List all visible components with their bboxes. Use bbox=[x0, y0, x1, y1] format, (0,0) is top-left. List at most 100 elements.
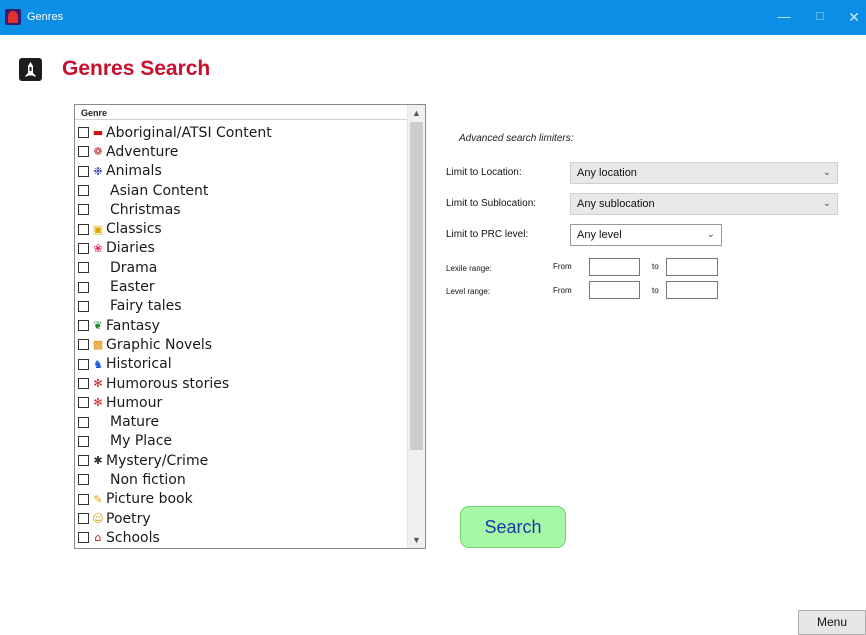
genre-checkbox[interactable] bbox=[78, 223, 89, 235]
genre-label: Adventure bbox=[106, 143, 179, 160]
genre-checkbox[interactable] bbox=[78, 320, 89, 332]
genre-list-item[interactable]: ▣ Classics bbox=[75, 219, 408, 238]
genre-label: Animals bbox=[106, 163, 162, 180]
sublocation-select-value: Any sublocation bbox=[577, 198, 655, 210]
genre-checkbox[interactable] bbox=[78, 300, 89, 312]
sublocation-select[interactable]: Any sublocation ⌄ bbox=[570, 193, 838, 215]
genre-list-item[interactable]: Christmas bbox=[75, 200, 408, 219]
genre-checkbox[interactable] bbox=[78, 358, 89, 370]
level-range-label: Level range: bbox=[446, 287, 491, 296]
level-from-input[interactable] bbox=[589, 281, 640, 299]
genre-list[interactable]: Genre ▬ Aboriginal/ATSI Content ❁ Adventure… bbox=[74, 104, 426, 549]
genre-label: Fairy tales bbox=[110, 298, 182, 315]
genre-list-item[interactable]: ❀ Diaries bbox=[75, 239, 408, 258]
close-button[interactable]: ✕ bbox=[844, 8, 864, 26]
genre-checkbox[interactable] bbox=[78, 532, 89, 544]
genre-list-item[interactable]: Fairy tales bbox=[75, 297, 408, 316]
minimize-button[interactable]: — bbox=[774, 8, 794, 26]
flower-icon: ❀ bbox=[93, 241, 103, 255]
sublocation-label: Limit to Sublocation: bbox=[446, 198, 537, 209]
location-select[interactable]: Any location ⌄ bbox=[570, 162, 838, 184]
genre-checkbox[interactable] bbox=[78, 397, 89, 409]
genre-label: Drama bbox=[110, 259, 158, 276]
genre-checkbox[interactable] bbox=[78, 474, 89, 486]
maximize-button[interactable]: ☐ bbox=[810, 8, 830, 26]
genre-list-item[interactable]: ⌂ Schools bbox=[75, 528, 408, 547]
genre-label: Historical bbox=[106, 356, 172, 373]
genre-label: Poetry bbox=[106, 510, 151, 527]
genre-list-item[interactable]: Asian Content bbox=[75, 181, 408, 200]
genre-checkbox[interactable] bbox=[78, 339, 89, 351]
genre-checkbox[interactable] bbox=[78, 127, 89, 139]
genre-label: Classics bbox=[106, 221, 162, 238]
title-bar: Genres — ☐ ✕ bbox=[0, 0, 866, 35]
genre-checkbox[interactable] bbox=[78, 416, 89, 428]
genre-checkbox[interactable] bbox=[78, 435, 89, 447]
genre-list-item[interactable]: ✱ Mystery/Crime bbox=[75, 451, 408, 470]
comic-icon: ▩ bbox=[92, 338, 104, 352]
window-title: Genres bbox=[27, 11, 64, 23]
genre-checkbox[interactable] bbox=[78, 165, 89, 177]
knight-icon: ♞ bbox=[93, 357, 103, 371]
genre-checkbox[interactable] bbox=[78, 262, 89, 274]
genre-checkbox[interactable] bbox=[78, 493, 89, 505]
genre-label: Graphic Novels bbox=[106, 336, 213, 353]
location-select-value: Any location bbox=[577, 167, 637, 179]
genre-checkbox[interactable] bbox=[78, 378, 89, 389]
chevron-down-icon: ⌄ bbox=[822, 198, 831, 209]
chevron-down-icon: ⌄ bbox=[706, 229, 715, 240]
scroll-thumb[interactable] bbox=[410, 122, 423, 450]
genre-label: Non fiction bbox=[110, 471, 186, 488]
genre-checkbox[interactable] bbox=[78, 513, 89, 525]
genre-checkbox[interactable] bbox=[78, 242, 89, 254]
lexile-from-label: From bbox=[553, 262, 572, 271]
scroll-up-icon[interactable]: ▲ bbox=[408, 105, 425, 121]
genre-list-item[interactable]: ✻ Humour bbox=[75, 393, 408, 412]
dragon-icon: ❦ bbox=[93, 319, 103, 333]
genre-list-item[interactable]: Easter bbox=[75, 277, 408, 296]
genre-checkbox[interactable] bbox=[78, 204, 89, 216]
genre-list-item[interactable]: Drama bbox=[75, 258, 408, 277]
prc-level-select[interactable]: Any level ⌄ bbox=[570, 224, 722, 246]
genre-list-item[interactable]: ✎ Picture book bbox=[75, 490, 408, 509]
genre-list-item[interactable]: Non fiction bbox=[75, 470, 408, 489]
genre-label: Picture book bbox=[106, 491, 193, 508]
genre-icon-placeholder bbox=[91, 299, 109, 313]
jester-icon: ✻ bbox=[93, 396, 103, 410]
genre-list-item[interactable]: ♞ Historical bbox=[75, 355, 408, 374]
search-button[interactable]: Search bbox=[460, 506, 566, 548]
genre-list-item[interactable]: ✻ Humorous stories bbox=[75, 374, 408, 393]
prc-level-select-value: Any level bbox=[577, 229, 622, 241]
genre-checkbox[interactable] bbox=[78, 455, 89, 467]
genre-label: Aboriginal/ATSI Content bbox=[106, 124, 272, 141]
genre-column-header[interactable]: Genre bbox=[75, 105, 408, 120]
genre-list-item[interactable]: My Place bbox=[75, 432, 408, 451]
genre-list-item[interactable]: ▩ Graphic Novels bbox=[75, 335, 408, 354]
rocket-icon bbox=[19, 58, 42, 81]
flag-icon: ▬ bbox=[92, 126, 104, 140]
genre-label: Mature bbox=[110, 414, 160, 431]
genre-icon-placeholder bbox=[91, 184, 109, 198]
genre-list-item[interactable]: ❉ Animals bbox=[75, 162, 408, 181]
lexile-to-input[interactable] bbox=[666, 258, 718, 276]
genre-list-item[interactable]: ❦ Fantasy bbox=[75, 316, 408, 335]
genre-checkbox[interactable] bbox=[78, 146, 89, 158]
scroll-down-icon[interactable]: ▼ bbox=[408, 532, 425, 548]
genre-checkbox[interactable] bbox=[78, 185, 89, 197]
genre-label: Humorous stories bbox=[106, 375, 230, 392]
genre-icon-placeholder bbox=[91, 434, 109, 448]
quill-icon: ☺ bbox=[92, 512, 104, 526]
genre-list-item[interactable]: ☺ Poetry bbox=[75, 509, 408, 528]
genre-list-body: ▬ Aboriginal/ATSI Content ❁ Adventure ❉ Anima… bbox=[75, 123, 408, 548]
genre-list-item[interactable]: Mature bbox=[75, 412, 408, 431]
menu-button[interactable]: Menu bbox=[798, 610, 866, 635]
level-to-input[interactable] bbox=[666, 281, 718, 299]
app-icon bbox=[5, 9, 21, 25]
genre-list-item[interactable]: ▬ Aboriginal/ATSI Content bbox=[75, 123, 408, 142]
genre-label: Schools bbox=[106, 529, 160, 546]
genre-checkbox[interactable] bbox=[78, 281, 89, 293]
genre-list-scrollbar[interactable]: ▲ ▼ bbox=[407, 105, 425, 548]
genre-list-item[interactable]: ❁ Adventure bbox=[75, 142, 408, 161]
lexile-to-label: to bbox=[652, 262, 659, 271]
lexile-from-input[interactable] bbox=[589, 258, 640, 276]
